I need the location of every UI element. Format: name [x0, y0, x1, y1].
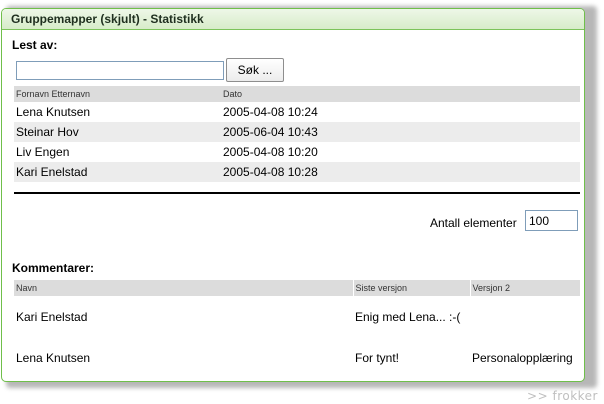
- item-count-input[interactable]: [525, 210, 578, 231]
- comments-table: Navn Siste versjon Versjon 2 Kari Enelst…: [14, 280, 580, 378]
- reader-date: 2005-04-08 10:24: [223, 105, 318, 119]
- table-row: Liv Engen 2005-04-08 10:20: [14, 142, 580, 162]
- section-divider: [14, 192, 580, 194]
- comment-latest-version: Enig med Lena... :-(: [355, 309, 461, 324]
- comment-author: Kari Enelstad: [16, 309, 88, 324]
- readers-header-row: Fornavn Etternavn Dato: [14, 86, 580, 102]
- search-button[interactable]: Søk ...: [226, 58, 284, 82]
- comments-header-row: Navn Siste versjon Versjon 2: [14, 280, 580, 296]
- comments-label: Kommentarer:: [12, 261, 95, 275]
- reader-name: Lena Knutsen: [16, 105, 91, 119]
- comment-version-2: [470, 296, 580, 337]
- comment-version-2: Personalopplæring: [472, 350, 573, 365]
- reader-date: 2005-04-08 10:20: [223, 145, 318, 159]
- table-row: Kari Enelstad 2005-04-08 10:28: [14, 162, 580, 182]
- comment-author: Lena Knutsen: [16, 350, 91, 365]
- reader-name: Steinar Hov: [14, 122, 221, 142]
- column-header-date[interactable]: Dato: [221, 86, 580, 102]
- statistics-panel: Gruppemapper (skjult) - Statistikk Lest …: [1, 8, 585, 382]
- reader-name: Liv Engen: [16, 145, 70, 159]
- table-row: Kari Enelstad Enig med Lena... :-(: [14, 296, 580, 337]
- comment-latest-version: For tynt!: [355, 350, 400, 365]
- read-by-label: Lest av:: [12, 38, 58, 52]
- column-header-version-2[interactable]: Versjon 2: [469, 280, 580, 296]
- item-count-label: Antall elementer: [430, 216, 517, 230]
- reader-date: 2005-04-08 10:28: [221, 162, 580, 182]
- readers-table: Fornavn Etternavn Dato Lena Knutsen 2005…: [14, 86, 580, 182]
- table-row: Lena Knutsen 2005-04-08 10:24: [14, 102, 580, 122]
- column-header-latest-version[interactable]: Siste versjon: [352, 280, 470, 296]
- watermark: >> frokker: [527, 389, 598, 403]
- reader-name: Kari Enelstad: [14, 162, 221, 182]
- column-header-name[interactable]: Navn: [14, 280, 353, 296]
- reader-date: 2005-06-04 10:43: [221, 122, 580, 142]
- search-input[interactable]: [16, 61, 224, 80]
- column-header-name[interactable]: Fornavn Etternavn: [14, 86, 221, 102]
- panel-title: Gruppemapper (skjult) - Statistikk: [2, 9, 584, 30]
- table-row: Steinar Hov 2005-06-04 10:43: [14, 122, 580, 142]
- table-row: Lena Knutsen For tynt! Personalopplæring: [14, 337, 580, 378]
